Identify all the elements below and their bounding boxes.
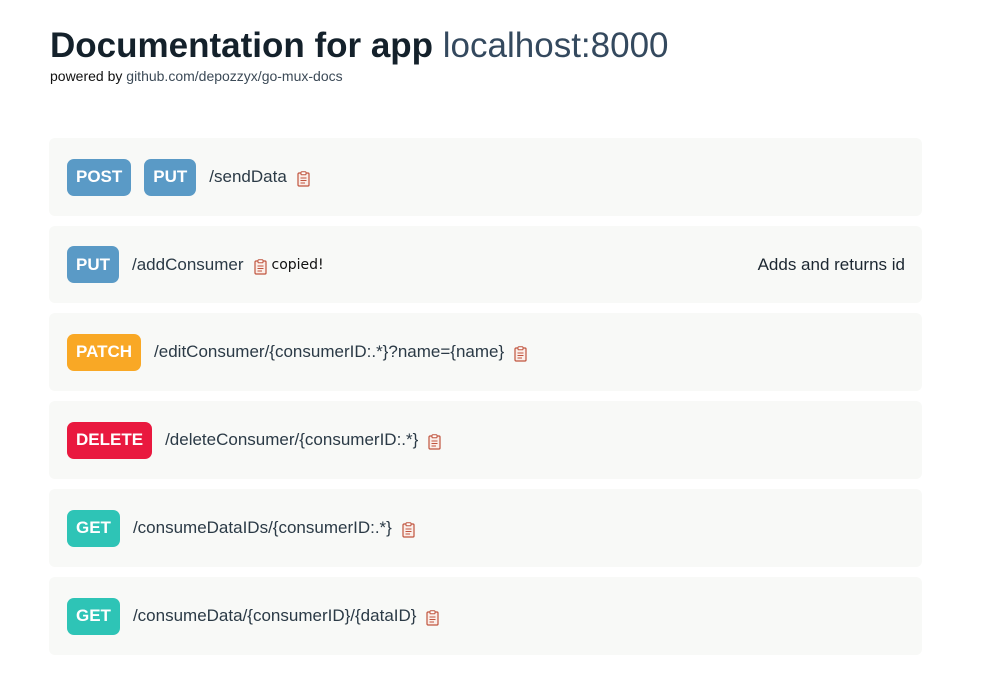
clipboard-icon[interactable] bbox=[297, 171, 310, 187]
method-badge-get: GET bbox=[67, 509, 120, 547]
page-title: Documentation for app localhost:8000 bbox=[50, 26, 669, 66]
route-list: POST PUT /sendData PUT /addConsumer copi… bbox=[49, 138, 922, 665]
clipboard-icon[interactable] bbox=[253, 258, 267, 275]
route-path: /consumeDataIDs/{consumerID:.*} bbox=[132, 518, 392, 537]
method-badge-get: GET bbox=[67, 597, 120, 635]
method-badge-put: PUT bbox=[67, 246, 119, 283]
clipboard-icon[interactable] bbox=[402, 522, 415, 538]
route-row: POST PUT /sendData bbox=[49, 138, 922, 216]
powered-by-label: powered by bbox=[50, 68, 127, 84]
title-host: localhost:8000 bbox=[442, 26, 669, 65]
title-prefix: Documentation for app bbox=[50, 26, 443, 65]
route-row: GET /consumeData/{consumerID}/{dataID} bbox=[49, 577, 922, 655]
route-row: GET /consumeDataIDs/{consumerID:.*} bbox=[49, 489, 922, 567]
method-badge-patch: PATCH bbox=[67, 333, 142, 371]
route-row: DELETE /deleteConsumer/{consumerID:.*} bbox=[49, 401, 922, 479]
route-description: Adds and returns id bbox=[757, 254, 905, 274]
route-path: /sendData bbox=[209, 167, 287, 186]
method-badge-post: POST bbox=[67, 158, 132, 196]
clipboard-icon[interactable] bbox=[426, 610, 440, 626]
route-path: /addConsumer bbox=[132, 254, 244, 274]
route-path: /consumeData/{consumerID}/{dataID} bbox=[132, 606, 417, 625]
clipboard-icon[interactable] bbox=[514, 346, 527, 362]
route-row: PATCH /editConsumer/{consumerID:.*}?name… bbox=[49, 313, 922, 391]
route-row: PUT /addConsumer copied! Adds and return… bbox=[49, 226, 922, 303]
method-badge-put: PUT bbox=[144, 158, 197, 196]
powered-by-link[interactable]: github.com/depozzyx/go-mux-docs bbox=[126, 68, 342, 84]
method-badge-delete: DELETE bbox=[67, 421, 153, 459]
route-path: /deleteConsumer/{consumerID:.*} bbox=[165, 430, 419, 449]
copied-status: copied! bbox=[271, 256, 324, 273]
clipboard-icon[interactable] bbox=[428, 434, 441, 450]
page-header: Documentation for app localhost:8000 pow… bbox=[50, 26, 669, 84]
route-path: /editConsumer/{consumerID:.*}?name={name… bbox=[154, 342, 505, 361]
powered-by: powered by github.com/depozzyx/go-mux-do… bbox=[50, 68, 669, 84]
